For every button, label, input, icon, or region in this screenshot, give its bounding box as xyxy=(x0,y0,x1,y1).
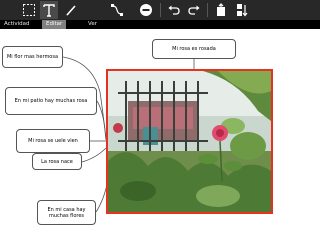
sort-icon[interactable] xyxy=(233,1,251,19)
redo-icon[interactable] xyxy=(185,1,203,19)
tab-editar[interactable]: Editar xyxy=(42,20,67,29)
note-mi-flor-mas-hermosa[interactable]: Mi flor mas hermosa xyxy=(2,46,63,68)
note-la-rosa-nace[interactable]: La rosa nace xyxy=(32,153,82,170)
tab-ver[interactable]: Ver xyxy=(84,20,101,29)
toolbar-separator xyxy=(207,3,208,17)
note-mi-rosa-se-uele[interactable]: Mi rosa se uele vien xyxy=(16,129,90,153)
note-mi-rosa-es-rosada[interactable]: Mi rosa es rosada xyxy=(152,39,236,59)
text-icon[interactable] xyxy=(40,1,58,19)
tab-bar: Actividad Editar Ver xyxy=(0,20,320,29)
main-toolbar xyxy=(0,0,320,20)
note-en-mi-casa[interactable]: En mi casa hay muchas flores xyxy=(37,200,96,225)
tab-actividad[interactable]: Actividad xyxy=(0,20,34,29)
toolbar-separator xyxy=(160,3,161,17)
rose-photo[interactable] xyxy=(106,69,273,214)
note-en-mi-patio[interactable]: En mi patio hay muchas rosa xyxy=(5,87,97,115)
link-icon[interactable] xyxy=(108,1,126,19)
import-image-icon[interactable] xyxy=(212,1,230,19)
undo-icon[interactable] xyxy=(165,1,183,19)
select-rectangle-icon[interactable] xyxy=(20,1,38,19)
pen-icon[interactable] xyxy=(62,1,80,19)
delete-icon[interactable] xyxy=(137,1,155,19)
rose-garden-image xyxy=(108,71,271,212)
